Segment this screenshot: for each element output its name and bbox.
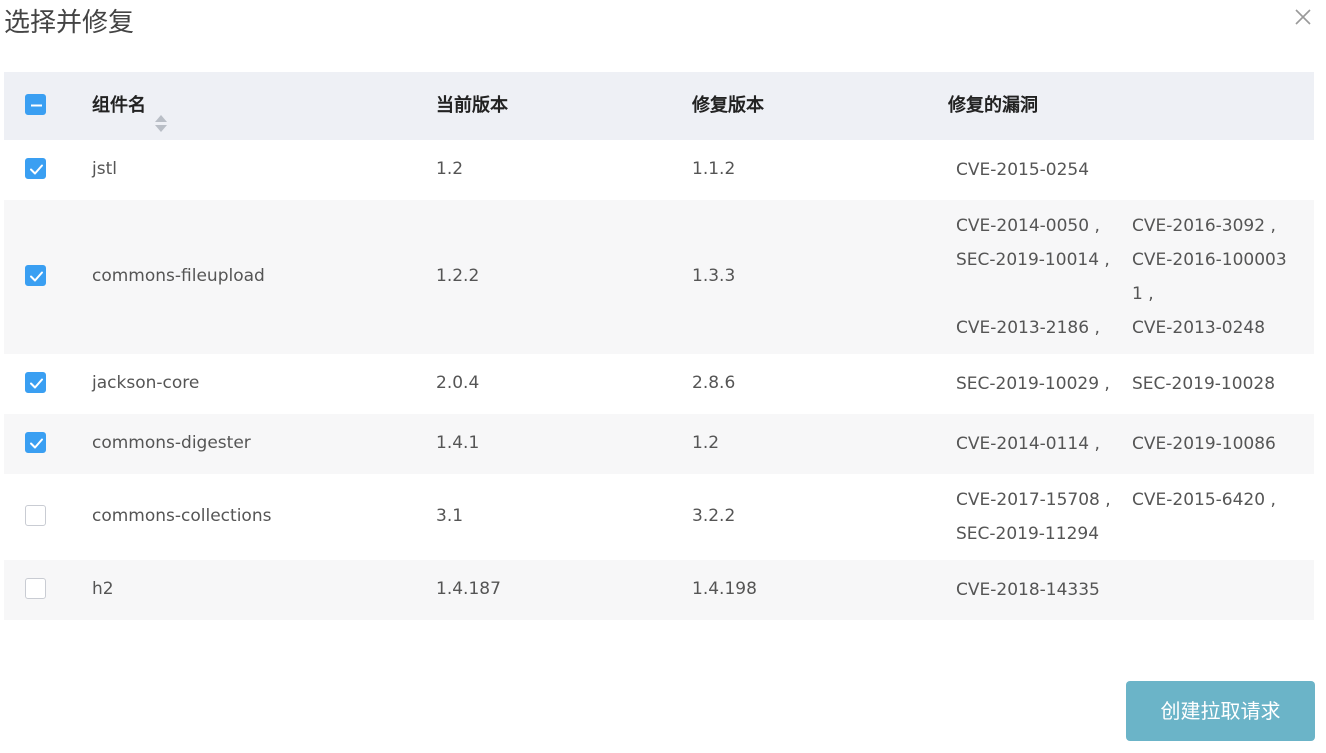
- fix-version: 1.2: [692, 433, 720, 453]
- select-all-checkbox[interactable]: [25, 94, 46, 115]
- component-table: 组件名 当前版本 修复版本 修复的漏洞 jstl 1.2 1.1.2 CVE-2015…: [4, 72, 1314, 620]
- current-version: 1.4.1: [436, 433, 480, 453]
- vulnerability-id: SEC-2019-10029 ,: [956, 374, 1110, 394]
- create-pull-request-button[interactable]: 创建拉取请求: [1126, 681, 1315, 741]
- row-checkbox[interactable]: [25, 265, 46, 286]
- fix-version: 1.4.198: [692, 579, 757, 599]
- header-fix-version: 修复版本: [692, 95, 764, 116]
- current-version: 1.4.187: [436, 579, 501, 599]
- vulnerability-list: CVE-2014-0114 , CVE-2019-10086: [956, 427, 1306, 461]
- table-row: commons-fileupload 1.2.2 1.3.3 CVE-2014-005…: [4, 200, 1314, 354]
- header-name-label: 组件名: [92, 95, 146, 116]
- close-icon[interactable]: [1292, 6, 1314, 28]
- table-row: commons-collections 3.1 3.2.2 CVE-2017-1570…: [4, 474, 1314, 560]
- vulnerability-id: [1132, 573, 1302, 607]
- vulnerability-id: [1132, 153, 1302, 187]
- component-name: commons-collections: [92, 506, 272, 526]
- vulnerability-id: CVE-2019-10086: [1132, 434, 1276, 454]
- vulnerability-id: SEC-2019-11294: [956, 524, 1100, 544]
- component-name: jstl: [92, 159, 117, 179]
- row-checkbox[interactable]: [25, 372, 46, 393]
- vulnerability-list: CVE-2017-15708 , CVE-2015-6420 , SEC-2019-…: [956, 483, 1306, 551]
- current-version: 1.2: [436, 159, 464, 179]
- header-vulnerabilities: 修复的漏洞: [948, 95, 1038, 116]
- current-version: 2.0.4: [436, 373, 480, 393]
- fix-version: 1.3.3: [692, 266, 736, 286]
- table-row: commons-digester 1.4.1 1.2 CVE-2014-0114 ,C…: [4, 414, 1314, 474]
- vulnerability-id: CVE-2014-0114 ,: [956, 434, 1100, 454]
- sort-icon[interactable]: [154, 94, 168, 132]
- vulnerability-list: CVE-2014-0050 , CVE-2016-3092 , SEC-2019-1…: [956, 209, 1306, 345]
- component-name: jackson-core: [92, 373, 200, 393]
- vulnerability-id: CVE-2016-100003: [1132, 250, 1287, 270]
- fix-version: 3.2.2: [692, 506, 736, 526]
- vulnerability-id: CVE-2016-3092 ,: [1132, 216, 1276, 236]
- vulnerability-id: SEC-2019-10014 ,: [956, 250, 1110, 270]
- fix-version: 2.8.6: [692, 373, 736, 393]
- vulnerability-id: [956, 277, 1132, 311]
- vulnerability-id: 1 ,: [1132, 284, 1154, 304]
- table-row: h2 1.4.187 1.4.198 CVE-2018-14335: [4, 560, 1314, 620]
- table-row: jstl 1.2 1.1.2 CVE-2015-0254: [4, 140, 1314, 200]
- header-current-version: 当前版本: [436, 95, 508, 116]
- row-checkbox[interactable]: [25, 432, 46, 453]
- table-body: jstl 1.2 1.1.2 CVE-2015-0254 commons-fileupl…: [4, 140, 1314, 620]
- vulnerability-id: CVE-2015-0254: [956, 160, 1090, 180]
- dialog-title: 选择并修复: [4, 8, 135, 38]
- header-name[interactable]: 组件名: [92, 72, 168, 140]
- vulnerability-id: CVE-2018-14335: [956, 580, 1100, 600]
- vulnerability-id: CVE-2014-0050 ,: [956, 216, 1100, 236]
- row-checkbox[interactable]: [25, 578, 46, 599]
- vulnerability-id: CVE-2013-2186 ,: [956, 318, 1100, 338]
- table-header: 组件名 当前版本 修复版本 修复的漏洞: [4, 72, 1314, 140]
- current-version: 3.1: [436, 506, 464, 526]
- table-row: jackson-core 2.0.4 2.8.6 SEC-2019-10029 , SE…: [4, 354, 1314, 414]
- vulnerability-list: CVE-2018-14335: [956, 573, 1306, 607]
- vulnerability-id: [1132, 517, 1302, 551]
- component-name: commons-fileupload: [92, 266, 265, 286]
- row-checkbox[interactable]: [25, 505, 46, 526]
- component-name: commons-digester: [92, 433, 251, 453]
- vulnerability-list: CVE-2015-0254: [956, 153, 1306, 187]
- vulnerability-list: SEC-2019-10029 , SEC-2019-10028: [956, 367, 1306, 401]
- vulnerability-id: CVE-2017-15708 ,: [956, 490, 1111, 510]
- vulnerability-id: SEC-2019-10028: [1132, 374, 1276, 394]
- row-checkbox[interactable]: [25, 158, 46, 179]
- component-name: h2: [92, 579, 114, 599]
- vulnerability-id: CVE-2013-0248: [1132, 318, 1266, 338]
- fix-version: 1.1.2: [692, 159, 736, 179]
- vulnerability-id: CVE-2015-6420 ,: [1132, 490, 1276, 510]
- current-version: 1.2.2: [436, 266, 480, 286]
